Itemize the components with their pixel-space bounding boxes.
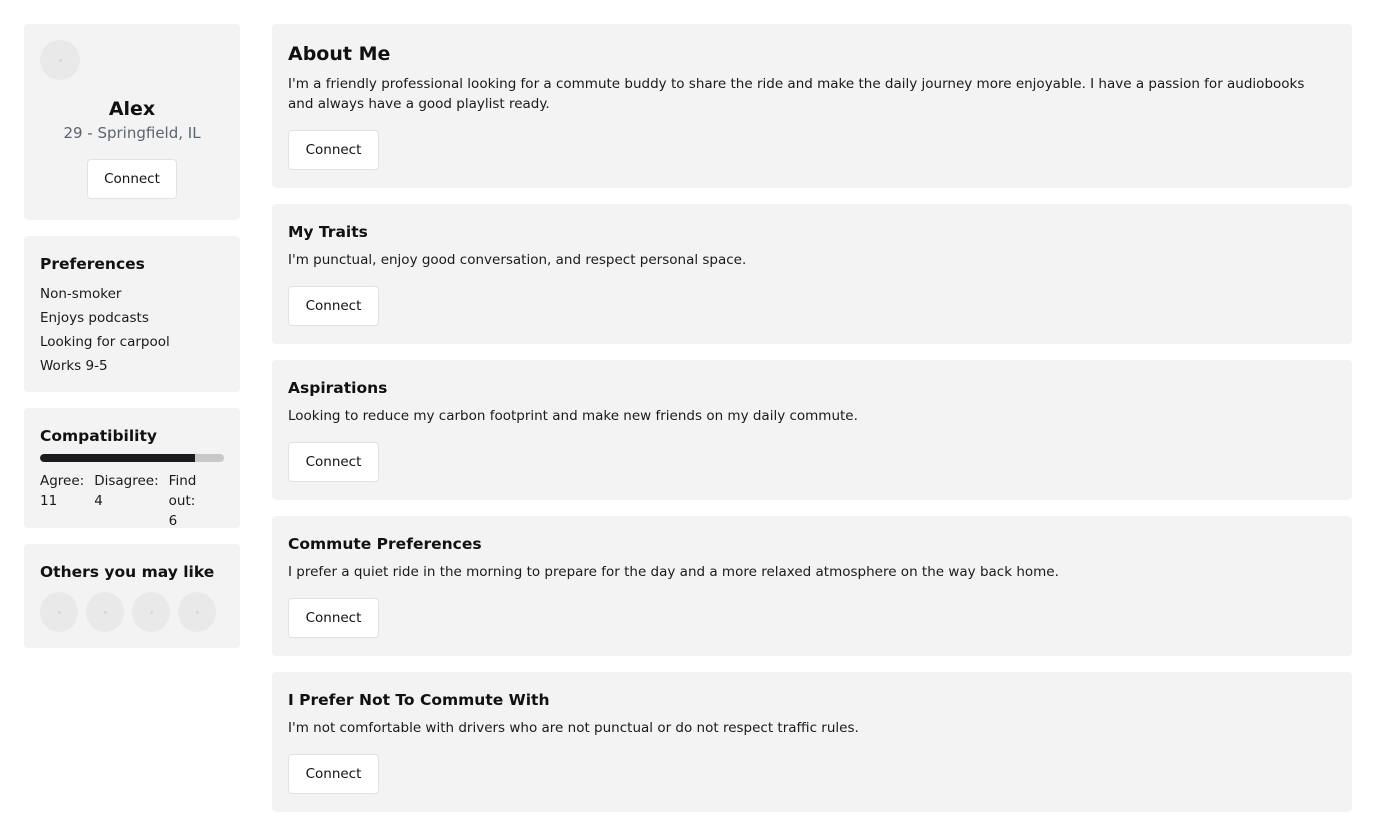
sidebar: Alex 29 - Springfield, IL Connect Prefer… <box>24 24 240 648</box>
suggested-avatar[interactable] <box>132 592 170 632</box>
my-traits-connect-button[interactable]: Connect <box>288 286 379 326</box>
section-title: My Traits <box>288 223 368 241</box>
others-title: Others you may like <box>40 563 215 581</box>
avatar-placeholder-icon <box>149 610 153 614</box>
preferences-title: Preferences <box>40 255 145 273</box>
compatibility-title: Compatibility <box>40 427 157 445</box>
compatibility-card: Compatibility Agree: 11 Disagree: 4 Find… <box>24 408 240 531</box>
about-me-section: About Me I'm a friendly professional loo… <box>272 24 1352 188</box>
compatibility-stats: Agree: 11 Disagree: 4 Find out: 6 <box>40 471 224 531</box>
commute-preferences-connect-button[interactable]: Connect <box>288 598 379 638</box>
profile-age-location: 29 - Springfield, IL <box>63 124 201 142</box>
agree-label: Agree: <box>40 473 85 489</box>
preference-item: Non-smoker <box>40 286 122 302</box>
profile-name: Alex <box>108 98 156 120</box>
main-content: About Me I'm a friendly professional loo… <box>272 24 1352 828</box>
aspirations-section: Aspirations Looking to reduce my carbon … <box>272 360 1352 500</box>
avatar <box>40 40 80 80</box>
suggested-profiles <box>40 592 224 632</box>
disagree-label: Disagree: <box>94 473 159 489</box>
avatar-placeholder-icon <box>195 610 199 614</box>
profile-connect-button[interactable]: Connect <box>87 159 177 199</box>
preference-item: Works 9-5 <box>40 358 108 374</box>
prefer-not-to-commute-with-section: I Prefer Not To Commute With I'm not com… <box>272 672 1352 812</box>
compatibility-progress-fill <box>40 454 195 462</box>
about-me-connect-button[interactable]: Connect <box>288 130 379 170</box>
disagree-count: 4 <box>94 493 103 509</box>
aspirations-connect-button[interactable]: Connect <box>288 442 379 482</box>
agree-count: 11 <box>40 493 58 509</box>
section-text: I'm punctual, enjoy good conversation, a… <box>288 252 747 268</box>
profile-page: Alex 29 - Springfield, IL Connect Prefer… <box>0 0 1376 836</box>
avatar-placeholder-icon <box>103 610 107 614</box>
suggested-avatar[interactable] <box>86 592 124 632</box>
commute-preferences-section: Commute Preferences I prefer a quiet rid… <box>272 516 1352 656</box>
section-title: Aspirations <box>288 379 388 397</box>
profile-card: Alex 29 - Springfield, IL Connect <box>24 24 240 220</box>
compatibility-progress-bar <box>40 454 224 462</box>
my-traits-section: My Traits I'm punctual, enjoy good conve… <box>272 204 1352 344</box>
section-text: Looking to reduce my carbon footprint an… <box>288 408 858 424</box>
preference-item: Looking for carpool <box>40 334 170 350</box>
section-text: I prefer a quiet ride in the morning to … <box>288 564 1059 580</box>
section-text: I'm a friendly professional looking for … <box>288 76 1305 112</box>
find-out-label: Find out: <box>168 473 197 509</box>
preference-item: Enjoys podcasts <box>40 310 149 326</box>
disagree-stat: Disagree: 4 <box>94 471 158 531</box>
find-out-stat: Find out: 6 <box>169 471 214 531</box>
suggested-avatar[interactable] <box>40 592 78 632</box>
section-title: Commute Preferences <box>288 535 482 553</box>
prefer-not-connect-button[interactable]: Connect <box>288 754 379 794</box>
agree-stat: Agree: 11 <box>40 471 84 531</box>
section-text: I'm not comfortable with drivers who are… <box>288 720 859 736</box>
suggested-avatar[interactable] <box>178 592 216 632</box>
preferences-list: Non-smoker Enjoys podcasts Looking for c… <box>40 282 224 378</box>
others-you-may-like-card: Others you may like <box>24 544 240 648</box>
preferences-card: Preferences Non-smoker Enjoys podcasts L… <box>24 236 240 392</box>
avatar-placeholder-icon <box>58 58 62 62</box>
find-out-count: 6 <box>168 513 178 529</box>
section-title: I Prefer Not To Commute With <box>288 691 550 709</box>
section-title: About Me <box>288 43 391 65</box>
avatar-placeholder-icon <box>57 610 61 614</box>
